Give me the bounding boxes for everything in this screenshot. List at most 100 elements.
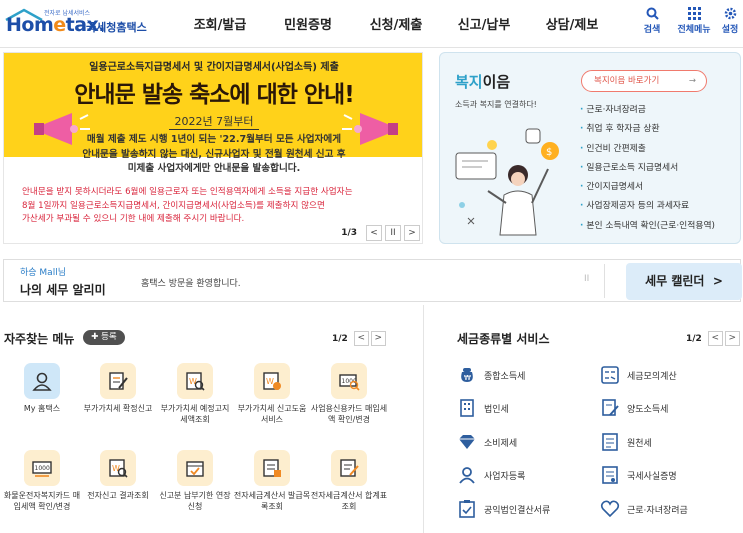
banner-controls: 1/3 < II > <box>341 225 420 241</box>
favorite-vat-final-return[interactable]: 부가가치세 확정신고 <box>79 363 157 414</box>
tax-service-label: 근로·자녀장려금 <box>627 505 688 516</box>
nav-application[interactable]: 신청/제출 <box>352 14 440 33</box>
tax-notifier-bar: 하승 Mall님 나의 세무 알리미 홈택스 방문을 환영합니다. II 세무 … <box>3 259 742 302</box>
search-document-icon: W <box>177 363 213 399</box>
favorite-vat-help-service[interactable]: W 부가가치세 신고도움 서비스 <box>233 363 311 425</box>
tax-service-public-interest-corp[interactable]: 공익법인결산서류 <box>457 500 550 518</box>
hometax-logo[interactable]: 전자로 납세서비스 Hometax. 국세청홈택스 <box>4 6 154 40</box>
favorite-vat-prepaid-inquiry[interactable]: W 부가가치세 예정고지 세액조회 <box>156 363 234 425</box>
calendar-check-icon <box>177 450 213 486</box>
welfare-shortcut-button[interactable]: 복지이음 바로가기 → <box>581 70 707 92</box>
welfare-link-list: 근로·자녀장려금 취업 후 학자금 상환 인건비 간편제출 일용근로소득 지급명… <box>580 101 715 236</box>
tax-calendar-label: 세무 캘린더 <box>645 274 705 288</box>
tax-service-simulation[interactable]: 세금모의계산 <box>600 366 677 384</box>
banner-prev-button[interactable]: < <box>366 225 382 241</box>
favorite-freight-card-tax-check[interactable]: 1000 화물운전자복지카드 매입세액 확인/변경 <box>3 450 81 512</box>
tax-service-earned-income-credit[interactable]: 근로·자녀장려금 <box>600 500 688 518</box>
welfare-link[interactable]: 근로·자녀장려금 <box>580 101 715 120</box>
all-menu-button[interactable]: 전체메뉴 <box>673 7 715 35</box>
favorite-pager: 1/2 < > <box>332 331 386 346</box>
tax-service-capital-gains[interactable]: 양도소득세 <box>600 399 668 417</box>
search-button[interactable]: 검색 <box>635 7 669 35</box>
search-label: 검색 <box>643 25 661 35</box>
building-icon <box>460 399 474 417</box>
nav-consult[interactable]: 상담/제보 <box>528 14 616 33</box>
calculator-icon <box>601 366 619 384</box>
favorite-e-invoice-list[interactable]: 전자세금계산서 발급목록조회 <box>233 450 311 512</box>
nav-inquiry[interactable]: 조회/발급 <box>176 14 264 33</box>
banner-subtitle: 일용근로소득지급명세서 및 간이지급명세서(사업소득) 제출 <box>89 62 339 73</box>
favorite-prev-button[interactable]: < <box>353 331 369 346</box>
welfare-link[interactable]: 본인 소득내역 확인(근로·인적용역) <box>580 217 715 236</box>
welcome-message: 홈택스 방문을 환영합니다. <box>141 279 241 289</box>
tax-service-income-tax[interactable]: ₩ 종합소득세 <box>457 366 525 384</box>
favorite-e-filing-result[interactable]: W 전자신고 결과조회 <box>79 450 157 501</box>
tax-service-corporate-tax[interactable]: 법인세 <box>457 399 509 417</box>
logo-korean-name: 국세청홈택스 <box>86 21 147 34</box>
notifier-pause-button[interactable]: II <box>584 274 589 284</box>
heart-hands-icon <box>600 500 620 518</box>
tax-service-pager: 1/2 < > <box>686 331 740 346</box>
arrow-right-icon: → <box>688 76 696 86</box>
receipt-icon: 1000 <box>24 450 60 486</box>
nav-certificate[interactable]: 민원증명 <box>264 14 352 33</box>
register-favorite-button[interactable]: ✚ 등록 <box>83 330 125 345</box>
search-icon <box>646 7 659 20</box>
settings-button[interactable]: 설정 <box>716 7 743 35</box>
favorite-menu-title: 자주찾는 메뉴 <box>4 332 75 346</box>
tax-service-title: 세금종류별 서비스 <box>457 332 550 346</box>
svg-text:W: W <box>266 377 274 386</box>
welfare-panel: 복지이음 소득과 복지를 연결하다! 복지이음 바로가기 → 근로·자녀장려금 … <box>439 52 741 244</box>
search-document-icon: W <box>100 450 136 486</box>
favorite-label: 전자세금계산서 발급목록조회 <box>233 491 311 511</box>
register-label: 등록 <box>101 332 117 342</box>
user-icon <box>24 363 60 399</box>
favorite-my-hometax[interactable]: My 홈택스 <box>3 363 81 414</box>
welfare-link[interactable]: 사업장제공자 등의 과세자료 <box>580 197 715 216</box>
favorite-label: 화물운전자복지카드 매입세액 확인/변경 <box>3 491 81 511</box>
favorite-next-button[interactable]: > <box>370 331 386 346</box>
svg-text:$: $ <box>546 147 552 158</box>
tax-document-icon: W <box>254 363 290 399</box>
tax-service-page-indicator: 1/2 <box>686 333 702 344</box>
document-pen-icon <box>100 363 136 399</box>
banner-note-line: 8월 1일까지 일용근로소득지급명세서, 간이지급명세서(사업소득)를 제출하지… <box>22 200 325 211</box>
all-menu-label: 전체메뉴 <box>677 25 711 35</box>
banner-next-button[interactable]: > <box>404 225 420 241</box>
divider <box>423 305 424 533</box>
tax-service-consumption-tax[interactable]: 소비제세 <box>457 433 517 451</box>
tax-service-next-button[interactable]: > <box>724 331 740 346</box>
welfare-link[interactable]: 일용근로소득 지급명세서 <box>580 159 715 178</box>
welfare-link[interactable]: 인건비 간편제출 <box>580 140 715 159</box>
favorite-e-invoice-summary[interactable]: 전자세금계산서 합계표조회 <box>310 450 388 512</box>
tax-service-certificate[interactable]: 국세사실증명 <box>600 466 677 484</box>
document-list-icon <box>602 433 618 451</box>
favorite-label: 전자세금계산서 합계표조회 <box>310 491 388 511</box>
favorite-business-card-tax-check[interactable]: 1000 사업용신용카드 매입세액 확인/변경 <box>310 363 388 425</box>
top-header: 전자로 납세서비스 Hometax. 국세청홈택스 조회/발급 민원증명 신청/… <box>0 0 743 48</box>
tax-calendar-button[interactable]: 세무 캘린더 > <box>626 263 742 300</box>
main-navigation: 조회/발급 민원증명 신청/제출 신고/납부 상담/제보 <box>176 14 616 33</box>
favorite-label: 신고분 납부기한 연장 신청 <box>159 491 231 511</box>
favorite-label: My 홈택스 <box>23 404 61 413</box>
svg-text:1000: 1000 <box>35 465 50 472</box>
tax-service-label: 원천세 <box>627 438 652 449</box>
money-bag-icon: ₩ <box>461 368 473 382</box>
receipt-search-icon: 1000 <box>331 363 367 399</box>
banner-body: 매월 제출 제도 시행 1년이 되는 '22.7월부터 모든 사업자에게 안내문… <box>4 133 422 177</box>
favorite-payment-extension[interactable]: 신고분 납부기한 연장 신청 <box>156 450 234 512</box>
welfare-person-illustration: $ <box>455 128 559 236</box>
banner-pause-button[interactable]: II <box>385 225 401 241</box>
tax-service-withholding-tax[interactable]: 원천세 <box>600 433 652 451</box>
banner-body-line: 미제출 사업자에게만 안내문을 발송합니다. <box>127 163 301 174</box>
tax-service-label: 양도소득세 <box>627 404 669 415</box>
welfare-link[interactable]: 간이지급명세서 <box>580 178 715 197</box>
notice-banner[interactable]: 일용근로소득지급명세서 및 간이지급명세서(사업소득) 제출 안내문 발송 축소… <box>3 52 423 244</box>
welfare-link[interactable]: 취업 후 학자금 상환 <box>580 120 715 139</box>
nav-filing[interactable]: 신고/납부 <box>440 14 528 33</box>
tax-service-business-registration[interactable]: 사업자등록 <box>457 466 525 484</box>
tax-service-label: 사업자등록 <box>484 471 526 482</box>
chevron-right-icon: > <box>712 274 723 288</box>
tax-service-prev-button[interactable]: < <box>707 331 723 346</box>
plus-icon: ✚ <box>91 332 99 342</box>
